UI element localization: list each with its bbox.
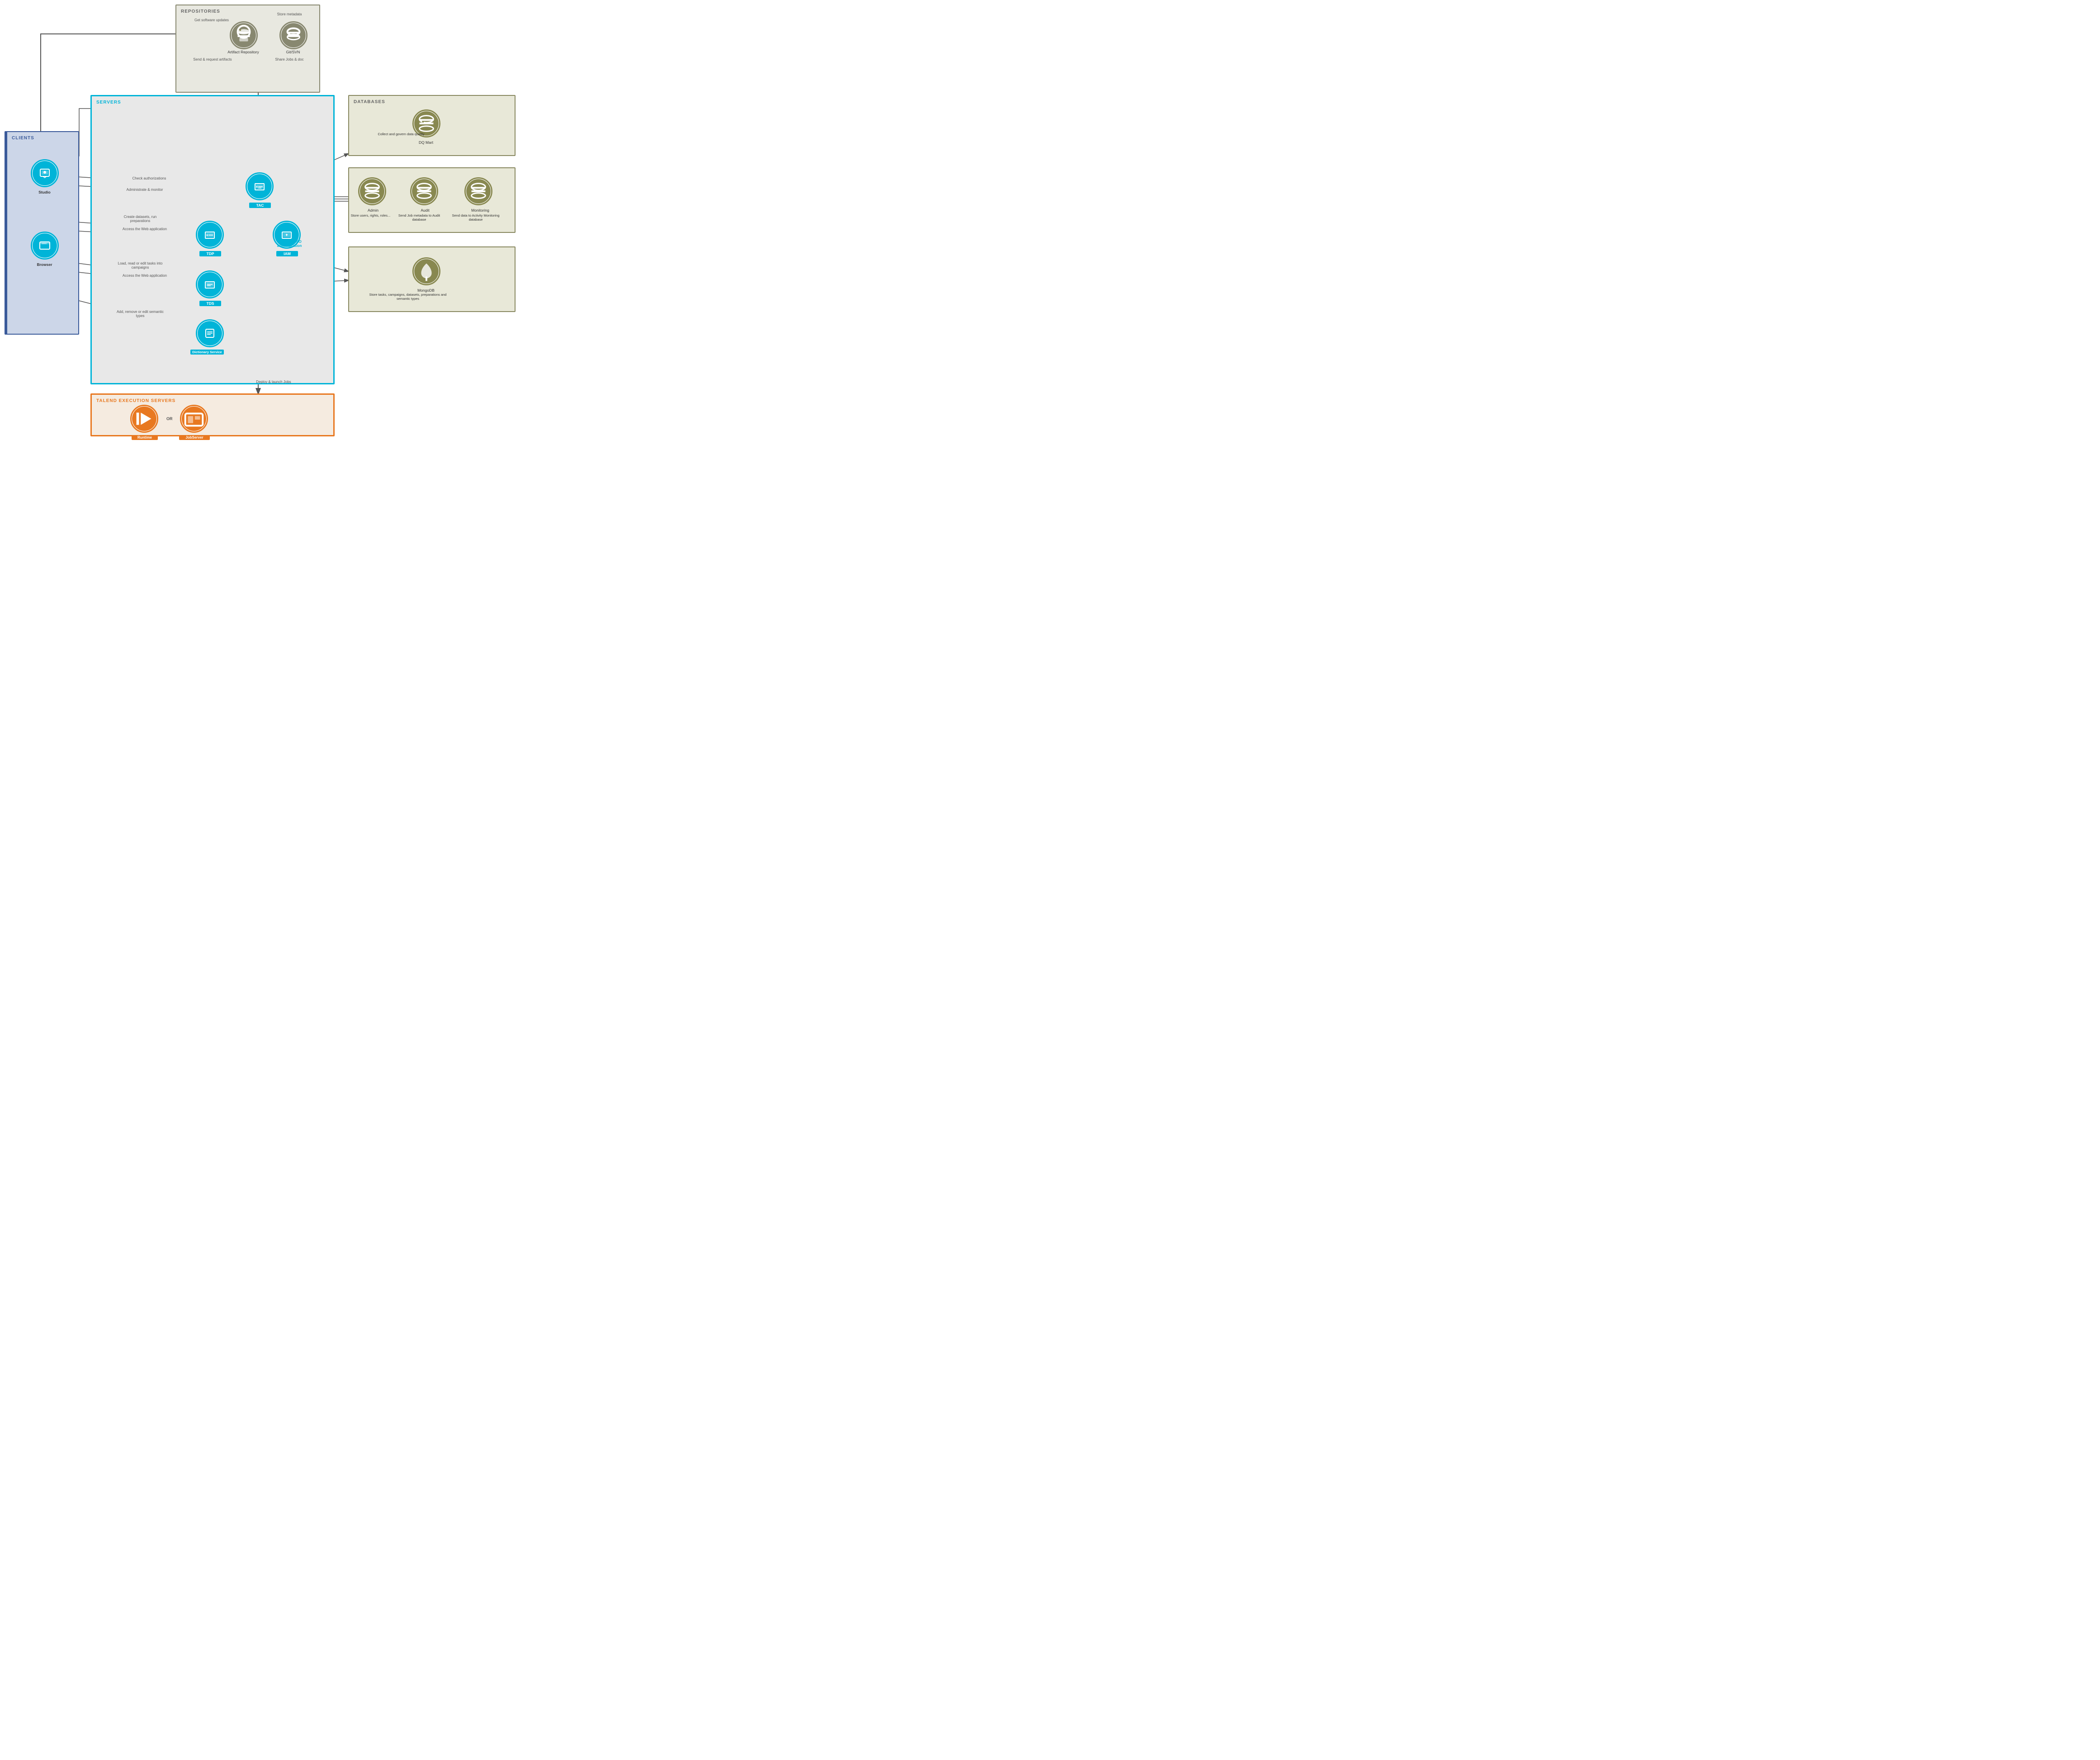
or-label: OR <box>166 416 173 421</box>
dq-mart-label: DQ Mart <box>408 140 444 145</box>
servers-label: SERVERS <box>96 100 121 105</box>
get-updates-label: Get software updates <box>194 18 229 22</box>
execution-box: TALEND EXECUTION SERVERS Runtime OR <box>90 393 335 436</box>
dictionary-label: Dictionary Service <box>190 350 224 355</box>
studio-icon <box>31 159 59 187</box>
databases-label: DATABASES <box>354 99 385 104</box>
manages-sso-label: Manages SSO authentication <box>267 240 312 248</box>
load-tasks-label: Load, read or edit tasks into campaigns <box>115 261 165 270</box>
repositories-label: REPOSITORIES <box>181 9 220 14</box>
mongodb-icon <box>412 257 440 285</box>
mongodb-label: MongoDB <box>408 288 444 293</box>
admin-label: Admin <box>357 208 389 213</box>
access-web-tdp-label: Access the Web application <box>120 227 170 231</box>
admin-monitor-label: Administrate & monitor <box>120 188 170 192</box>
jobserver-label: JobServer <box>179 435 210 440</box>
tds-label: TDS <box>199 301 221 306</box>
monitoring-icon <box>464 177 492 205</box>
admin-store-label: Store users, rights, roles... <box>349 213 392 218</box>
deploy-label: Deploy & launch Jobs <box>255 380 292 384</box>
dq-collect-label: Collect and govern data quality <box>372 132 430 136</box>
mongo-box: MongoDB Store tasks, campaigns, datasets… <box>348 246 516 312</box>
browser-icon: www. <box>31 232 59 260</box>
clients-box: CLIENTS Studio www. <box>5 131 79 335</box>
store-metadata-label: Store metadata <box>271 12 307 16</box>
share-jobs-label: Share Jobs & doc <box>271 57 307 62</box>
artifact-repo-icon <box>230 21 258 49</box>
browser-label: Browser <box>28 262 61 267</box>
check-auth-label: Check authorizations <box>124 176 174 180</box>
execution-label: TALEND EXECUTION SERVERS <box>96 398 175 403</box>
send-artifacts-label: Send & request artifacts <box>192 57 233 62</box>
monitoring-send-label: Send data to Activity Monitoring databas… <box>449 213 503 222</box>
dictionary-icon <box>196 319 224 347</box>
tac-label: TAC <box>249 203 271 208</box>
audit-label: Audit <box>409 208 441 213</box>
mongo-store-label: Store tasks, campaigns, datasets, prepar… <box>363 293 453 301</box>
studio-label: Studio <box>28 190 61 194</box>
runtime-label: Runtime <box>132 435 158 440</box>
databases-box: DATABASES DQ Mart Collect and govern dat… <box>348 95 516 156</box>
repositories-box: REPOSITORIES Artifact Repository <box>175 5 320 93</box>
artifact-repo-label: Artifact Repository <box>225 50 261 54</box>
add-semantic-label: Add, remove or edit semantic types <box>115 310 165 318</box>
audit-icon <box>410 177 438 205</box>
gitsvn-label: Git/SVN <box>275 50 311 54</box>
iam-label: IAM <box>276 251 298 256</box>
admin-box: Admin Store users, rights, roles... Audi… <box>348 167 516 233</box>
gitsvn-icon <box>279 21 307 49</box>
tdp-icon <box>196 221 224 249</box>
tdp-label: TDP <box>199 251 221 256</box>
runtime-icon <box>130 405 158 433</box>
tds-icon <box>196 270 224 298</box>
diagram-container: REPOSITORIES Artifact Repository <box>0 0 525 440</box>
access-web-tds-label: Access the Web application <box>120 274 170 278</box>
admin-icon <box>358 177 386 205</box>
svg-text:www.: www. <box>42 242 47 245</box>
create-datasets-label: Create datasets, run preparations <box>115 215 165 223</box>
tac-icon <box>246 172 274 200</box>
monitoring-label: Monitoring <box>462 208 498 213</box>
jobserver-icon <box>180 405 208 433</box>
audit-send-label: Send Job metadata to Audit database <box>394 213 444 222</box>
clients-label: CLIENTS <box>12 136 34 141</box>
